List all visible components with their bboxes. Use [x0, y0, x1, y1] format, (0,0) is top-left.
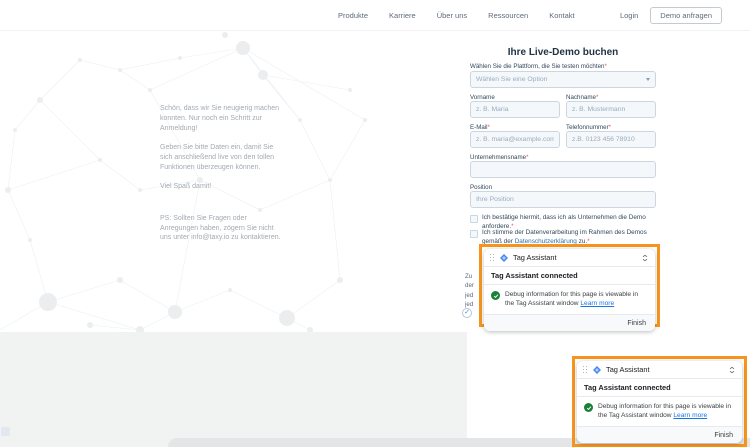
tag-assistant-body: Debug information for this page is viewa…: [577, 397, 742, 426]
tag-assistant-footer: Finish: [577, 426, 742, 443]
drag-handle-icon[interactable]: [583, 366, 588, 374]
phone-label-text: Telefonnummer: [566, 124, 609, 131]
tag-assistant-footer: Finish: [484, 314, 655, 331]
confirm-company-checkbox[interactable]: [470, 215, 478, 223]
required-asterisk: *: [604, 63, 606, 70]
annotation-highlight-box: Tag Assistant Tag Assistant connected De…: [479, 244, 660, 327]
nachname-label-text: Nachname: [566, 94, 596, 101]
position-input[interactable]: [470, 191, 656, 208]
demo-anfragen-button[interactable]: Demo anfragen: [650, 7, 722, 24]
login-link[interactable]: Login: [620, 11, 638, 20]
learn-more-link[interactable]: Learn more: [673, 412, 707, 419]
tag-assistant-popup: Tag Assistant Tag Assistant connected De…: [577, 361, 742, 443]
vorname-input[interactable]: [470, 101, 560, 118]
vorname-label: Vorname: [470, 94, 495, 101]
nav-right-group: Login Demo anfragen: [620, 7, 722, 24]
learn-more-link[interactable]: Learn more: [580, 300, 614, 307]
recaptcha-badge-icon: [1, 427, 10, 436]
phone-label: Telefonnummer*: [566, 124, 611, 131]
drag-handle-icon[interactable]: [490, 254, 495, 262]
finish-button[interactable]: Finish: [714, 432, 733, 439]
debug-info-text: Debug information for this page is viewa…: [505, 290, 647, 308]
lower-grey-section: [0, 332, 467, 447]
debug-info-text: Debug information for this page is viewa…: [598, 402, 735, 420]
nav-item-karriere[interactable]: Karriere: [389, 11, 416, 20]
text-fragment: jed: [465, 291, 478, 300]
top-navigation: Produkte Karriere Über uns Ressourcen Ko…: [0, 0, 750, 31]
nachname-label: Nachname*: [566, 94, 598, 101]
platform-select[interactable]: Wählen Sie eine Option: [470, 71, 656, 88]
intro-paragraph: Viel Spaß damit!: [160, 182, 284, 192]
intro-paragraph-ps: PS: Sollten Sie Fragen oder Anregungen h…: [160, 214, 284, 244]
debug-info-text-main: Debug information for this page is viewa…: [505, 291, 638, 307]
company-label: Unternehmensname*: [470, 154, 528, 161]
text-fragment: der: [465, 281, 478, 290]
finish-button[interactable]: Finish: [627, 320, 646, 327]
privacy-checkbox[interactable]: [470, 230, 478, 238]
collapse-icon[interactable]: [641, 254, 649, 262]
nav-item-kontakt[interactable]: Kontakt: [549, 11, 574, 20]
email-label-text: E-Mail: [470, 124, 488, 131]
intro-text: Schön, dass wir Sie neugierig machen kon…: [160, 104, 284, 252]
debug-info-text-main: Debug information for this page is viewa…: [598, 403, 731, 419]
intro-paragraph: Schön, dass wir Sie neugierig machen kon…: [160, 104, 284, 134]
phone-input[interactable]: [566, 131, 656, 148]
company-input[interactable]: [470, 161, 656, 178]
nav-item-ressourcen[interactable]: Ressourcen: [488, 11, 528, 20]
tag-assistant-header: Tag Assistant: [484, 249, 655, 267]
annotation-highlight-box: Tag Assistant Tag Assistant connected De…: [572, 356, 747, 447]
platform-label-text: Wählen Sie die Plattform, die Sie testen…: [470, 63, 604, 70]
connected-status-text: Tag Assistant connected: [577, 379, 742, 397]
confirm-company-label-text: Ich bestätige hiermit, dass ich als Unte…: [482, 214, 646, 230]
chevron-down-icon: [646, 78, 650, 81]
required-asterisk: *: [596, 94, 598, 101]
success-check-icon: [584, 403, 593, 412]
collapse-icon[interactable]: [728, 366, 736, 374]
connected-status-text: Tag Assistant connected: [484, 267, 655, 285]
platform-label: Wählen Sie die Plattform, die Sie testen…: [470, 63, 607, 70]
tag-manager-logo-icon: [499, 253, 509, 263]
nachname-input[interactable]: [566, 101, 656, 118]
checked-checkbox-icon[interactable]: ✓: [462, 308, 472, 318]
tag-assistant-popup: Tag Assistant Tag Assistant connected De…: [484, 249, 655, 331]
tag-assistant-body: Debug information for this page is viewa…: [484, 285, 655, 314]
nav-item-ueber-uns[interactable]: Über uns: [437, 11, 467, 20]
company-label-text: Unternehmensname: [470, 154, 526, 161]
nav-item-produkte[interactable]: Produkte: [338, 11, 368, 20]
required-asterisk: *: [609, 124, 611, 131]
required-asterisk: *: [526, 154, 528, 161]
tag-manager-logo-icon: [592, 365, 602, 375]
nav-menu: Produkte Karriere Über uns Ressourcen Ko…: [338, 11, 575, 20]
email-label: E-Mail*: [470, 124, 490, 131]
email-input[interactable]: [470, 131, 560, 148]
tag-assistant-title: Tag Assistant: [513, 253, 557, 262]
position-label: Position: [470, 184, 492, 191]
platform-select-value: Wählen Sie eine Option: [476, 76, 547, 83]
tag-assistant-header: Tag Assistant: [577, 361, 742, 379]
required-asterisk: *: [488, 124, 490, 131]
form-title: Ihre Live-Demo buchen: [470, 47, 656, 58]
success-check-icon: [491, 291, 500, 300]
text-fragment: Zu: [465, 272, 478, 281]
hero-panel: Schön, dass wir Sie neugierig machen kon…: [0, 30, 370, 332]
intro-paragraph: Geben Sie bitte Daten ein, damit Sie sic…: [160, 143, 284, 173]
tag-assistant-title: Tag Assistant: [606, 365, 650, 374]
